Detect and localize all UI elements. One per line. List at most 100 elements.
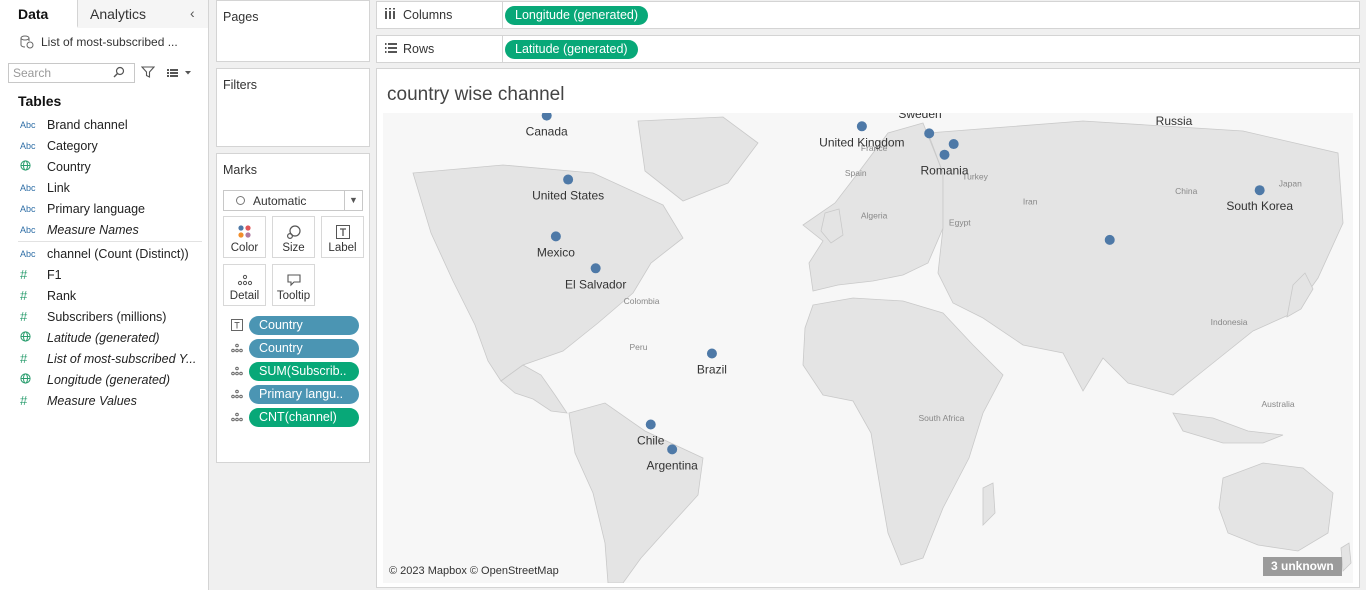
field-item[interactable]: # Rank — [0, 285, 208, 306]
map-country-label: Japan — [1279, 179, 1302, 189]
rows-label-text: Rows — [403, 42, 435, 56]
map-mark[interactable] — [590, 263, 601, 274]
mark-type-dropdown[interactable]: Automatic ▼ — [223, 190, 363, 211]
number-type-icon: # — [20, 267, 28, 282]
field-item[interactable]: # Measure Values — [0, 390, 208, 411]
field-item[interactable]: Abc channel (Count (Distinct)) — [0, 243, 208, 264]
map-mark[interactable] — [856, 121, 867, 132]
rows-shelf-label: Rows — [377, 36, 503, 62]
map-mark[interactable] — [706, 348, 717, 359]
field-name: Subscribers (millions) — [47, 309, 167, 324]
map-mark-label: Russia — [1156, 114, 1193, 128]
number-type-icon: # — [20, 351, 28, 366]
pill-country-label[interactable]: Country — [249, 316, 359, 335]
map-mark[interactable] — [1104, 234, 1115, 245]
text-label-icon — [322, 222, 363, 242]
field-item[interactable]: # List of most-subscribed Y... — [0, 348, 208, 369]
field-name: channel (Count (Distinct)) — [47, 246, 189, 261]
data-source[interactable]: List of most-subscribed ... — [0, 28, 208, 56]
tooltip-button[interactable]: Tooltip — [272, 264, 315, 306]
detail-icon — [230, 387, 244, 401]
map-mark-label: South Korea — [1226, 199, 1293, 213]
pill-longitude[interactable]: Longitude (generated) — [505, 6, 649, 25]
field-name: Brand channel — [47, 117, 128, 132]
marks-card: Marks Automatic ▼ Color Size Label Detai… — [216, 153, 370, 463]
tab-analytics[interactable]: Analytics — [78, 0, 208, 28]
field-item[interactable]: Abc Primary language — [0, 198, 208, 219]
map-mark[interactable] — [550, 231, 561, 242]
pill-primary-language[interactable]: Primary langu.. — [249, 385, 359, 404]
field-name: Country — [47, 159, 91, 174]
field-name: Rank — [47, 288, 77, 303]
field-item[interactable]: Abc Category — [0, 135, 208, 156]
field-item[interactable]: Longitude (generated) — [0, 369, 208, 390]
viz-area: country wise channel France Spain Turkey… — [376, 68, 1360, 588]
color-icon — [224, 222, 265, 242]
map-country-label: Indonesia — [1211, 317, 1248, 327]
map-mark-label: United Kingdom — [819, 135, 904, 149]
field-item[interactable]: # F1 — [0, 264, 208, 285]
number-type-icon: # — [20, 393, 28, 408]
search-box[interactable] — [8, 63, 135, 83]
collapse-pane-icon[interactable]: ‹ — [190, 6, 202, 20]
field-item[interactable]: Latitude (generated) — [0, 327, 208, 348]
map-country-label: South Africa — [919, 413, 965, 423]
field-item[interactable]: Abc Measure Names — [0, 219, 208, 240]
map-mark[interactable] — [667, 444, 678, 455]
field-name: Measure Names — [47, 222, 139, 237]
string-type-icon: Abc — [20, 224, 36, 235]
detail-icon — [224, 270, 265, 290]
detail-icon — [230, 341, 244, 355]
map-mark-label: United States — [532, 189, 604, 203]
data-pane: Data Analytics ‹ List of most-subscribed… — [0, 0, 209, 590]
string-type-icon: Abc — [20, 119, 36, 130]
viz-title[interactable]: country wise channel — [387, 84, 564, 106]
field-item[interactable]: Abc Brand channel — [0, 114, 208, 135]
pill-sum-subscribers[interactable]: SUM(Subscrib.. — [249, 362, 359, 381]
field-item[interactable]: Abc Link — [0, 177, 208, 198]
field-name: Primary language — [47, 201, 145, 216]
search-input[interactable] — [13, 66, 113, 80]
map-mark[interactable] — [645, 419, 656, 430]
field-name: Latitude (generated) — [47, 330, 160, 345]
filter-icon[interactable] — [140, 65, 156, 82]
size-button[interactable]: Size — [272, 216, 315, 258]
map-view[interactable]: France Spain Turkey Algeria Egypt Iran China Ja… — [383, 113, 1353, 583]
detail-button[interactable]: Detail — [223, 264, 266, 306]
map-attribution[interactable]: © 2023 Mapbox © OpenStreetMap — [389, 565, 559, 577]
pill-latitude[interactable]: Latitude (generated) — [505, 40, 638, 59]
pill-country-detail[interactable]: Country — [249, 339, 359, 358]
pages-card[interactable]: Pages — [216, 0, 370, 62]
map-mark-label: Canada — [526, 125, 568, 139]
map-mark[interactable] — [939, 149, 950, 160]
map-mark[interactable] — [924, 128, 935, 139]
label-button[interactable]: Label — [321, 216, 364, 258]
map-mark[interactable] — [563, 174, 574, 185]
map-country-label: Australia — [1262, 399, 1295, 409]
field-item[interactable]: # Subscribers (millions) — [0, 306, 208, 327]
view-list-icon[interactable] — [167, 67, 193, 79]
label-label: Label — [328, 242, 357, 254]
globe-icon — [20, 373, 47, 386]
columns-shelf[interactable]: Columns Longitude (generated) — [376, 1, 1360, 29]
field-item[interactable]: Country — [0, 156, 208, 177]
map-country-label: Egypt — [949, 218, 971, 228]
detail-label: Detail — [229, 290, 260, 302]
data-source-name: List of most-subscribed ... — [41, 35, 178, 49]
chevron-down-icon[interactable]: ▼ — [344, 191, 362, 210]
mark-type-value: Automatic — [253, 193, 307, 208]
map-mark[interactable] — [1254, 185, 1265, 196]
color-button[interactable]: Color — [223, 216, 266, 258]
number-type-icon: # — [20, 288, 28, 303]
map-mark[interactable] — [948, 139, 959, 150]
world-map[interactable]: FranceSpain TurkeyAlgeriaEgyptIranChinaJa… — [383, 113, 1353, 583]
filters-card[interactable]: Filters — [216, 68, 370, 147]
unknown-indicator[interactable]: 3 unknown — [1263, 557, 1342, 576]
search-icon[interactable] — [113, 66, 125, 81]
filters-title: Filters — [223, 78, 258, 92]
pill-cnt-channel[interactable]: CNT(channel) — [249, 408, 359, 427]
map-mark-label: Brazil — [697, 363, 727, 377]
detail-icon — [230, 364, 244, 378]
tab-data[interactable]: Data — [0, 0, 78, 28]
rows-shelf[interactable]: Rows Latitude (generated) — [376, 35, 1360, 63]
